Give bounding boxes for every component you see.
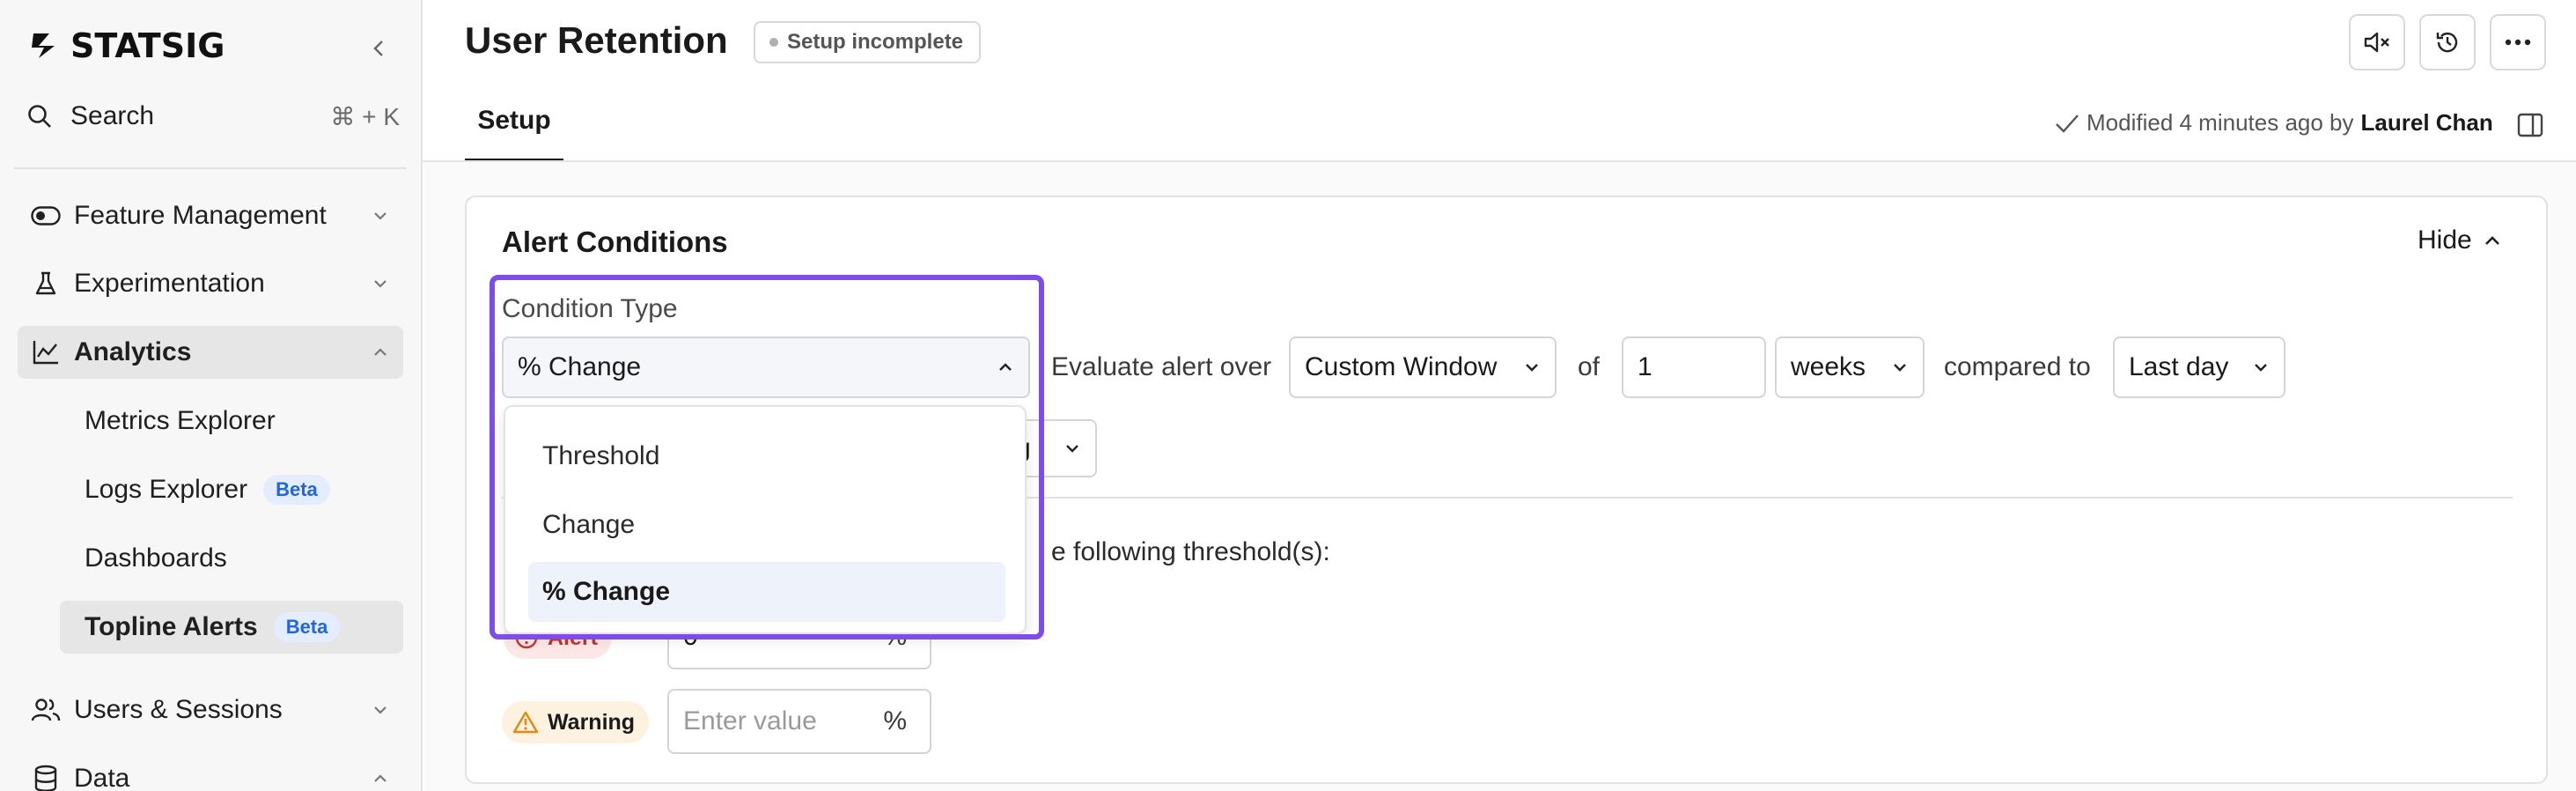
select-value: % Change xyxy=(518,352,642,381)
flask-icon xyxy=(26,264,65,303)
search-button[interactable]: Search ⌘ + K xyxy=(26,95,400,137)
select-value: Custom Window xyxy=(1305,352,1498,381)
users-icon xyxy=(26,691,65,729)
chevron-down-icon xyxy=(368,698,393,722)
chevron-left-icon xyxy=(373,41,383,56)
sidebar-item-metrics-explorer[interactable]: Metrics Explorer xyxy=(60,395,403,447)
select-value: weeks xyxy=(1791,352,1866,381)
window-unit-select[interactable]: weeks xyxy=(1775,336,1925,398)
more-options-button[interactable] xyxy=(2490,14,2546,70)
of-label: of xyxy=(1578,352,1601,381)
status-label: Setup incomplete xyxy=(787,30,964,54)
hide-button[interactable]: Hide xyxy=(2418,225,2502,255)
search-label: Search xyxy=(70,101,155,130)
chevron-down-icon xyxy=(1891,359,1909,376)
sidebar-item-logs-explorer[interactable]: Logs Explorer Beta xyxy=(60,463,403,516)
analytics-icon xyxy=(26,333,65,372)
window-count-input[interactable]: 1 xyxy=(1622,336,1766,398)
chevron-up-icon xyxy=(368,766,393,791)
sidebar-item-label: Experimentation xyxy=(74,269,265,298)
sidebar-item-data[interactable]: Data xyxy=(18,752,403,791)
sidebar-divider xyxy=(14,167,407,169)
beta-badge: Beta xyxy=(263,475,330,505)
condition-type-menu: Threshold Change % Change xyxy=(504,405,1027,634)
menu-item-label: Threshold xyxy=(542,441,660,470)
sidebar-item-label: Analytics xyxy=(74,337,192,366)
sidebar-item-topline-alerts[interactable]: Topline Alerts Beta xyxy=(60,601,403,654)
check-icon xyxy=(2056,114,2079,133)
card-title: Alert Conditions xyxy=(502,225,728,258)
menu-item-change[interactable]: Change xyxy=(528,495,1005,555)
menu-item-label: Change xyxy=(542,510,636,539)
input-placeholder: Enter value xyxy=(683,706,817,736)
warning-threshold-input[interactable]: Enter value % xyxy=(667,689,931,754)
warning-badge: Warning xyxy=(502,701,650,743)
statsig-logo-icon xyxy=(32,33,55,58)
tab-setup[interactable]: Setup xyxy=(465,95,563,162)
toggle-icon xyxy=(26,196,65,235)
chevron-down-icon xyxy=(368,271,393,296)
database-icon xyxy=(26,759,65,791)
unit-label: % xyxy=(883,706,907,736)
compared-to-label: compared to xyxy=(1944,352,2091,381)
window-select[interactable]: Custom Window xyxy=(1289,336,1557,398)
condition-type-select[interactable]: % Change xyxy=(502,336,1030,398)
chevron-up-icon xyxy=(368,340,393,365)
menu-item-label: % Change xyxy=(542,577,671,606)
search-shortcut: ⌘ + K xyxy=(330,102,400,130)
sidebar: STATSIG Search ⌘ + K Feature Management … xyxy=(0,0,423,791)
more-horizontal-icon xyxy=(2505,39,2531,46)
menu-item-percent-change[interactable]: % Change xyxy=(528,562,1005,622)
modified-by: Laurel Chan xyxy=(2360,109,2493,136)
logo[interactable]: STATSIG xyxy=(26,26,224,65)
sidebar-item-analytics[interactable]: Analytics xyxy=(18,326,403,379)
warning-triangle-icon xyxy=(512,711,539,734)
sidebar-item-experimentation[interactable]: Experimentation xyxy=(18,257,403,310)
warning-label: Warning xyxy=(548,709,636,735)
history-button[interactable] xyxy=(2419,14,2476,70)
condition-type-label: Condition Type xyxy=(502,294,678,323)
search-icon xyxy=(28,105,51,128)
sidebar-item-label: Data xyxy=(74,764,130,791)
sidebar-item-users-sessions[interactable]: Users & Sessions xyxy=(18,684,403,736)
sidebar-item-label: Users & Sessions xyxy=(74,695,283,724)
select-value: Last day xyxy=(2129,352,2229,381)
modified-info: Modified 4 minutes ago by Laurel Chan xyxy=(2055,109,2493,137)
speaker-mute-icon xyxy=(2364,32,2389,53)
brand-name: STATSIG xyxy=(70,26,225,65)
sidebar-item-dashboards[interactable]: Dashboards xyxy=(60,532,403,585)
input-value: 1 xyxy=(1638,352,1652,381)
threshold-text: e following threshold(s): xyxy=(1051,537,1330,566)
chevron-up-icon xyxy=(997,359,1014,376)
comparison-select[interactable]: Last day xyxy=(2113,336,2285,398)
toggle-panel-button[interactable] xyxy=(2514,109,2546,141)
chevron-down-icon xyxy=(1523,359,1541,376)
menu-item-threshold[interactable]: Threshold xyxy=(528,426,1005,486)
sidebar-item-label: Dashboards xyxy=(85,543,227,573)
sidebar-panel-icon xyxy=(2517,113,2543,137)
chevron-down-icon xyxy=(1064,440,1081,457)
history-icon xyxy=(2436,32,2458,53)
evaluate-label: Evaluate alert over xyxy=(1051,352,1272,381)
status-dot-icon xyxy=(769,38,778,47)
mute-button[interactable] xyxy=(2349,14,2405,70)
sidebar-item-label: Metrics Explorer xyxy=(85,406,276,435)
sidebar-item-label: Topline Alerts xyxy=(85,612,258,641)
chevron-up-icon xyxy=(2484,236,2499,245)
hide-label: Hide xyxy=(2418,225,2472,255)
page-title: User Retention xyxy=(465,19,728,61)
sidebar-item-label: Logs Explorer xyxy=(85,475,248,504)
chevron-down-icon xyxy=(2252,359,2270,376)
modified-text: Modified 4 minutes ago by xyxy=(2087,109,2354,136)
collapse-sidebar-button[interactable] xyxy=(364,33,394,63)
chevron-down-icon xyxy=(368,203,393,228)
status-badge: Setup incomplete xyxy=(754,21,982,63)
beta-badge: Beta xyxy=(273,612,341,642)
sidebar-item-feature-management[interactable]: Feature Management xyxy=(18,189,403,242)
sidebar-item-label: Feature Management xyxy=(74,201,327,230)
